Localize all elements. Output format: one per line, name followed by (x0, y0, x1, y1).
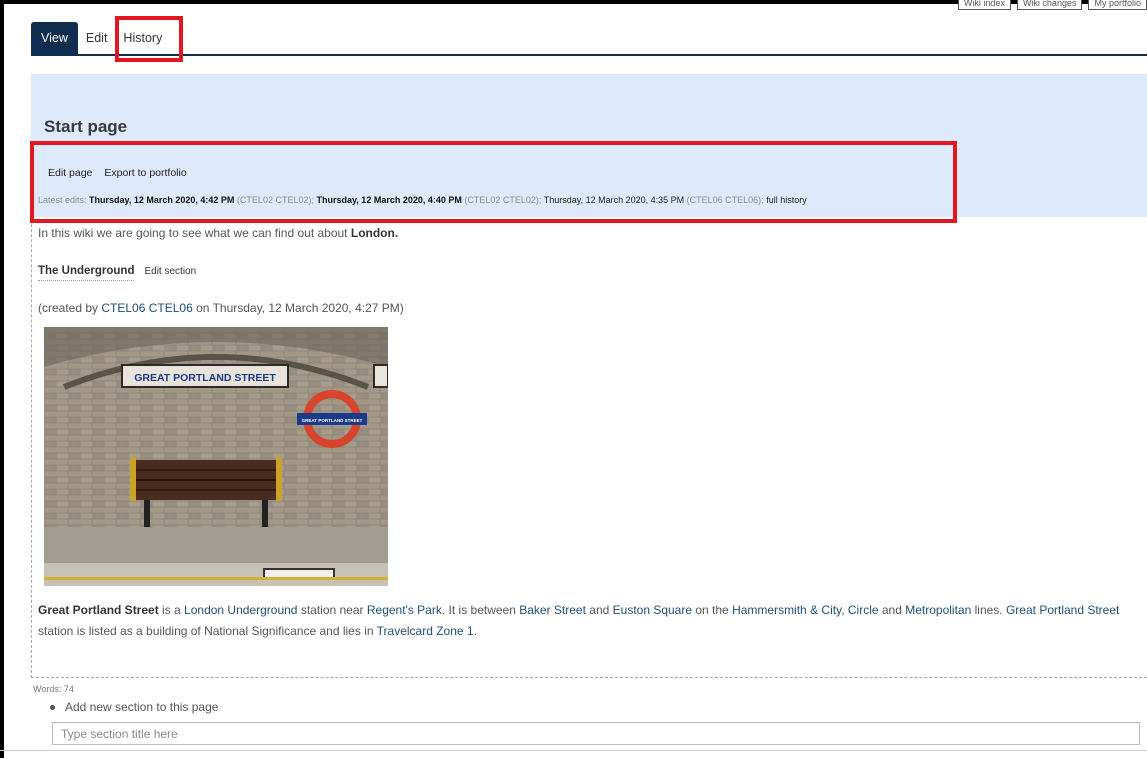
edit-section-link[interactable]: Edit section (144, 266, 196, 277)
created-user-link[interactable]: CTEL06 CTEL06 (101, 301, 192, 315)
intro-sentence: In this wiki we are going to see what we… (38, 226, 351, 240)
london-underground-link[interactable]: London Underground (184, 603, 297, 617)
my-portfolio-button[interactable]: My portfolio (1088, 0, 1147, 10)
tab-edit[interactable]: Edit (78, 22, 116, 55)
intro-text: In this wiki we are going to see what we… (38, 226, 398, 240)
travelcard-zone-link[interactable]: Travelcard Zone 1 (377, 624, 474, 638)
para-station-name: Great Portland Street (38, 603, 159, 617)
station-description: Great Portland Street is a London Underg… (38, 600, 1138, 642)
section-title: The Underground (38, 265, 135, 281)
tab-underline (31, 54, 1147, 56)
word-count: Words: 74 (33, 684, 74, 694)
para-text: . It is between (441, 603, 520, 617)
page-title: Start page (44, 117, 128, 136)
wiki-index-button[interactable]: Wiki index (957, 0, 1011, 10)
great-portland-street-link[interactable]: Great Portland Street (1006, 603, 1119, 617)
history-tab-highlight (115, 16, 183, 62)
euston-square-link[interactable]: Euston Square (613, 603, 692, 617)
para-text: . (473, 624, 477, 638)
frame-border-left (0, 0, 4, 758)
station-photo: GREAT PORTLAND STREET GREAT PORTLAND STR… (44, 327, 388, 586)
para-text: station near (297, 603, 367, 617)
section-header: The Underground Edit section (38, 265, 196, 281)
para-text: on the (692, 603, 733, 617)
para-text: station is listed as a building of Natio… (38, 624, 377, 638)
roundel-text: GREAT PORTLAND STREET (302, 418, 363, 423)
baker-street-link[interactable]: Baker Street (519, 603, 586, 617)
add-section-label: Add new section to this page (65, 700, 219, 714)
circle-link[interactable]: Circle (848, 603, 879, 617)
station-sign-text: GREAT PORTLAND STREET (134, 372, 276, 384)
add-section-item: Add new section to this page (50, 700, 218, 714)
metropolitan-link[interactable]: Metropolitan (905, 603, 971, 617)
latest-edits-highlight (30, 141, 957, 223)
wiki-top-buttons: Wiki index Wiki changes My portfolio (957, 0, 1147, 10)
para-text: and (878, 603, 906, 617)
created-prefix: (created by (38, 301, 102, 315)
para-text: and (585, 603, 613, 617)
bullet-icon (50, 704, 55, 710)
regents-park-link[interactable]: Regent's Park (367, 603, 442, 617)
station-photo-image: GREAT PORTLAND STREET GREAT PORTLAND STR… (44, 327, 388, 586)
created-by-text: (created by CTEL06 CTEL06 on Thursday, 1… (38, 301, 404, 315)
hammersmith-city-link[interactable]: Hammersmith & City (732, 603, 841, 617)
created-suffix: on Thursday, 12 March 2020, 4:27 PM) (192, 301, 404, 315)
para-text: lines. (971, 603, 1006, 617)
tab-view[interactable]: View (31, 22, 78, 55)
section-title-input[interactable] (52, 722, 1140, 745)
frame-border-bottom (0, 750, 1147, 751)
wiki-changes-button[interactable]: Wiki changes (1016, 0, 1083, 10)
para-text: is a (158, 603, 185, 617)
intro-bold: London. (350, 226, 399, 240)
para-text: , (841, 603, 848, 617)
